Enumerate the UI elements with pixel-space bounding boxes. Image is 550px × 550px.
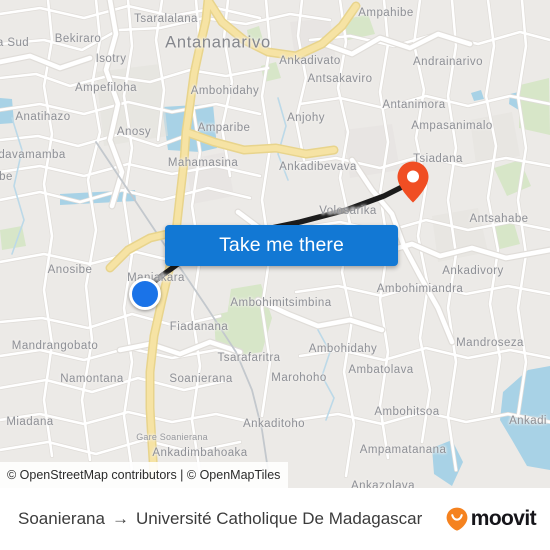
destination-pin-icon[interactable]: [396, 160, 430, 204]
arrow-right-icon: →: [111, 509, 129, 528]
route-footer: Soanierana → Université Catholique De Ma…: [0, 488, 550, 550]
moovit-logo[interactable]: moovit: [446, 507, 537, 531]
take-me-there-label: Take me there: [219, 234, 344, 256]
route-destination-label: Université Catholique De Madagascar: [135, 509, 423, 528]
route-summary: Soanierana → Université Catholique De Ma…: [18, 509, 422, 529]
attribution-text: © OpenStreetMap contributors | © OpenMap…: [7, 468, 281, 482]
map-attribution[interactable]: © OpenStreetMap contributors | © OpenMap…: [0, 462, 289, 488]
origin-marker-dot[interactable]: [129, 278, 161, 310]
moovit-wordmark: moovit: [470, 507, 537, 530]
route-origin-label: Soanierana: [18, 509, 105, 528]
moovit-pin-icon: [446, 507, 468, 531]
take-me-there-button[interactable]: Take me there: [165, 225, 398, 266]
map-canvas[interactable]: .w{fill:#a8d2e6} .pk{fill:#d7e6c8} .bld{…: [0, 0, 550, 488]
moovit-route-card: .w{fill:#a8d2e6} .pk{fill:#d7e6c8} .bld{…: [0, 0, 550, 550]
